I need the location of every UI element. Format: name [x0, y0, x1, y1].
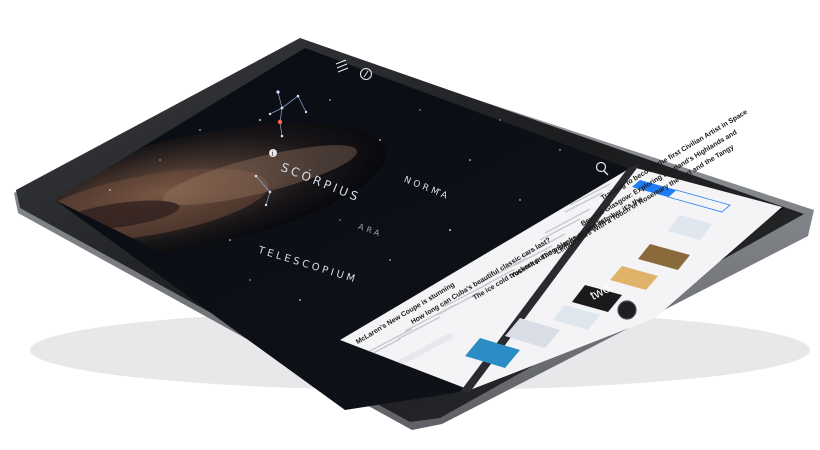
product-photo: i SCORPIUS TELESCOPIUM NORMA ARA Section… — [0, 0, 820, 445]
home-button[interactable] — [617, 300, 637, 320]
ipad-illustration: i — [14, 38, 814, 430]
svg-text:i: i — [272, 151, 274, 158]
